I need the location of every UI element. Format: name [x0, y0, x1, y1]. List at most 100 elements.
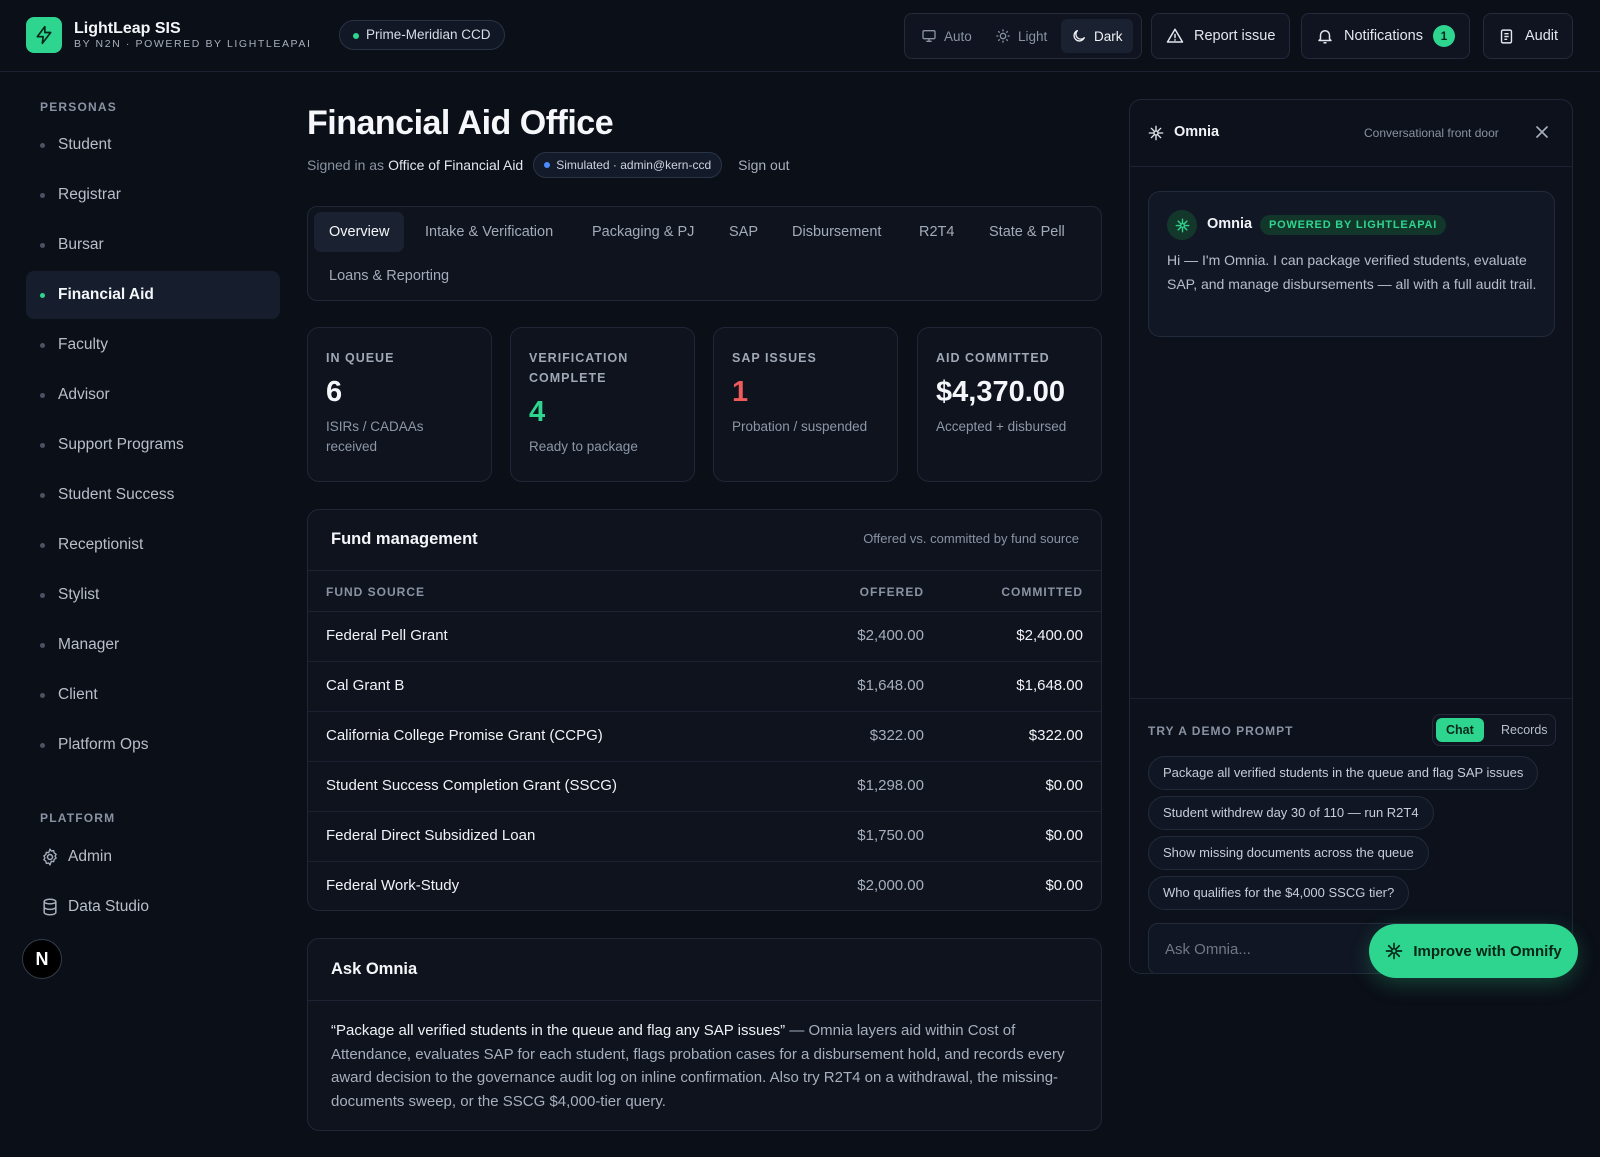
- notifications-count-badge: 1: [1432, 25, 1455, 47]
- demo-prompt-chip[interactable]: Who qualifies for the $4,000 SSCG tier?: [1148, 876, 1410, 910]
- ask-omnia-card: Ask Omnia “Package all verified students…: [307, 938, 1102, 1131]
- sidebar-item-support-programs[interactable]: Support Programs: [26, 421, 280, 469]
- omnia-greeting-message: Omnia POWERED BY LIGHTLEAPAI Hi — I'm Om…: [1148, 191, 1555, 337]
- sidebar-item-student[interactable]: Student: [26, 121, 280, 169]
- sidebar-item-label: Support Programs: [58, 436, 184, 453]
- sidebar-item-admin[interactable]: Admin: [26, 833, 280, 881]
- sidebar-item-receptionist[interactable]: Receptionist: [26, 521, 280, 569]
- tab-sap[interactable]: SAP: [714, 212, 773, 252]
- monitor-icon: [922, 29, 936, 42]
- sidebar-item-label: Receptionist: [58, 536, 144, 553]
- gear-icon: [43, 848, 57, 866]
- fund-table-header: FUND SOURCE OFFERED COMMITTED: [308, 571, 1101, 612]
- close-icon[interactable]: [1532, 122, 1552, 142]
- report-issue-label: Report issue: [1194, 28, 1276, 44]
- signed-in-prefix: Signed in as: [307, 157, 385, 173]
- top-bar: LightLeap SIS BY N2N · POWERED BY LIGHTL…: [0, 0, 1600, 72]
- notifications-label: Notifications: [1344, 28, 1423, 44]
- tab-r2t4[interactable]: R2T4: [904, 212, 969, 252]
- bullet-dot-icon: [40, 543, 45, 548]
- kpi-label: IN QUEUE: [326, 351, 395, 365]
- sidebar-item-label: Stylist: [58, 586, 100, 603]
- ask-card-description: “Package all verified students in the qu…: [331, 1019, 1076, 1113]
- sidebar-item-label: Client: [58, 686, 98, 703]
- sidebar-item-manager[interactable]: Manager: [26, 621, 280, 669]
- theme-dark-button[interactable]: Dark: [1061, 19, 1133, 53]
- fund-source-cell: Federal Pell Grant: [326, 627, 448, 644]
- sidebar-item-platform-ops[interactable]: Platform Ops: [26, 721, 280, 769]
- report-issue-button[interactable]: Report issue: [1151, 13, 1291, 59]
- sidebar-item-advisor[interactable]: Advisor: [26, 371, 280, 419]
- audit-button[interactable]: Audit: [1483, 13, 1574, 59]
- bullet-dot-icon: [40, 493, 45, 498]
- offered-amount-cell: $322.00: [869, 727, 924, 744]
- theme-light-button[interactable]: Light: [985, 19, 1057, 53]
- fund-source-cell: Cal Grant B: [326, 677, 405, 694]
- sparkle-icon: [1385, 942, 1403, 960]
- sidebar-item-label: Bursar: [58, 236, 104, 253]
- omnia-panel-note: Conversational front door: [1364, 126, 1499, 140]
- sidebar-item-stylist[interactable]: Stylist: [26, 571, 280, 619]
- bullet-dot-icon: [40, 393, 45, 398]
- page-title: Financial Aid Office: [307, 104, 614, 142]
- committed-amount-cell: $0.00: [1045, 877, 1083, 894]
- kpi-label: VERIFICATION COMPLETE: [529, 351, 629, 385]
- avatar[interactable]: N: [22, 939, 62, 979]
- table-row: Student Success Completion Grant (SSCG) $…: [308, 762, 1101, 812]
- sparkle-icon: [1148, 125, 1164, 141]
- bullet-dot-icon: [40, 243, 45, 248]
- sidebar-item-label: Admin: [68, 848, 112, 865]
- mode-chat-button[interactable]: Chat: [1436, 718, 1484, 742]
- table-row: Federal Work-Study $2,000.00 $0.00: [308, 862, 1101, 910]
- demo-prompt-chip[interactable]: Show missing documents across the queue: [1148, 836, 1429, 870]
- kpi-label: SAP ISSUES: [732, 351, 817, 365]
- mode-records-button[interactable]: Records: [1491, 718, 1558, 742]
- theme-dark-label: Dark: [1094, 28, 1123, 44]
- offered-amount-cell: $1,648.00: [857, 677, 924, 694]
- ask-example-quote: “Package all verified students in the qu…: [331, 1022, 786, 1039]
- mode-toggle: Chat Records: [1432, 714, 1556, 746]
- sidebar-item-registrar[interactable]: Registrar: [26, 171, 280, 219]
- fund-source-cell: Federal Work-Study: [326, 877, 460, 894]
- sign-out-link[interactable]: Sign out: [738, 157, 789, 173]
- sidebar-item-client[interactable]: Client: [26, 671, 280, 719]
- tab-disbursement[interactable]: Disbursement: [777, 212, 896, 252]
- demo-prompt-chip[interactable]: Package all verified students in the que…: [1148, 756, 1539, 790]
- improve-with-omnify-button[interactable]: Improve with Omnify: [1369, 924, 1578, 978]
- notifications-button[interactable]: Notifications 1: [1301, 13, 1470, 59]
- sidebar-item-bursar[interactable]: Bursar: [26, 221, 280, 269]
- tab-intake-verification[interactable]: Intake & Verification: [410, 212, 568, 252]
- fund-card-title: Fund management: [331, 530, 478, 548]
- bullet-dot-icon: [40, 343, 45, 348]
- offered-amount-cell: $2,400.00: [857, 627, 924, 644]
- fund-management-card: Fund management Offered vs. committed by…: [307, 509, 1102, 911]
- fund-source-cell: Federal Direct Subsidized Loan: [326, 827, 536, 844]
- tab-overview[interactable]: Overview: [314, 212, 405, 252]
- omnia-panel-title: Omnia: [1174, 124, 1220, 140]
- theme-auto-button[interactable]: Auto: [911, 19, 982, 53]
- theme-light-label: Light: [1018, 28, 1048, 44]
- sidebar-item-financial-aid[interactable]: Financial Aid: [26, 271, 280, 319]
- brand-subtitle: BY N2N · POWERED BY LIGHTLEAPAI: [74, 38, 312, 50]
- offered-amount-cell: $2,000.00: [857, 877, 924, 894]
- ask-card-header: Ask Omnia: [308, 939, 1101, 1001]
- sidebar-item-student-success[interactable]: Student Success: [26, 471, 280, 519]
- moon-icon: [1073, 30, 1085, 42]
- sidebar-item-label: Manager: [58, 636, 120, 653]
- signed-in-office: Office of Financial Aid: [388, 157, 524, 173]
- sidebar-item-data-studio[interactable]: Data Studio: [26, 883, 280, 931]
- table-row: Federal Direct Subsidized Loan $1,750.00 $…: [308, 812, 1101, 862]
- kpi-card-in-queue: IN QUEUE 6 ISIRs / CADAAs received: [307, 327, 492, 482]
- fund-source-cell: California College Promise Grant (CCPG): [326, 727, 603, 744]
- tenant-selector[interactable]: Prime-Meridian CCD: [339, 20, 505, 50]
- kpi-value: 6: [326, 376, 343, 408]
- tab-loans-reporting[interactable]: Loans & Reporting: [314, 256, 464, 296]
- tab-state-pell[interactable]: State & Pell: [974, 212, 1080, 252]
- sidebar-item-faculty[interactable]: Faculty: [26, 321, 280, 369]
- kpi-card-aid-committed: AID COMMITTED $4,370.00 Accepted + disbu…: [917, 327, 1102, 482]
- tab-packaging-pj[interactable]: Packaging & PJ: [577, 212, 709, 252]
- bullet-dot-icon: [40, 593, 45, 598]
- demo-prompt-chip[interactable]: Student withdrew day 30 of 110 — run R2T…: [1148, 796, 1434, 830]
- omnia-panel-header: Omnia Conversational front door: [1130, 100, 1572, 167]
- message-author: Omnia: [1207, 216, 1253, 232]
